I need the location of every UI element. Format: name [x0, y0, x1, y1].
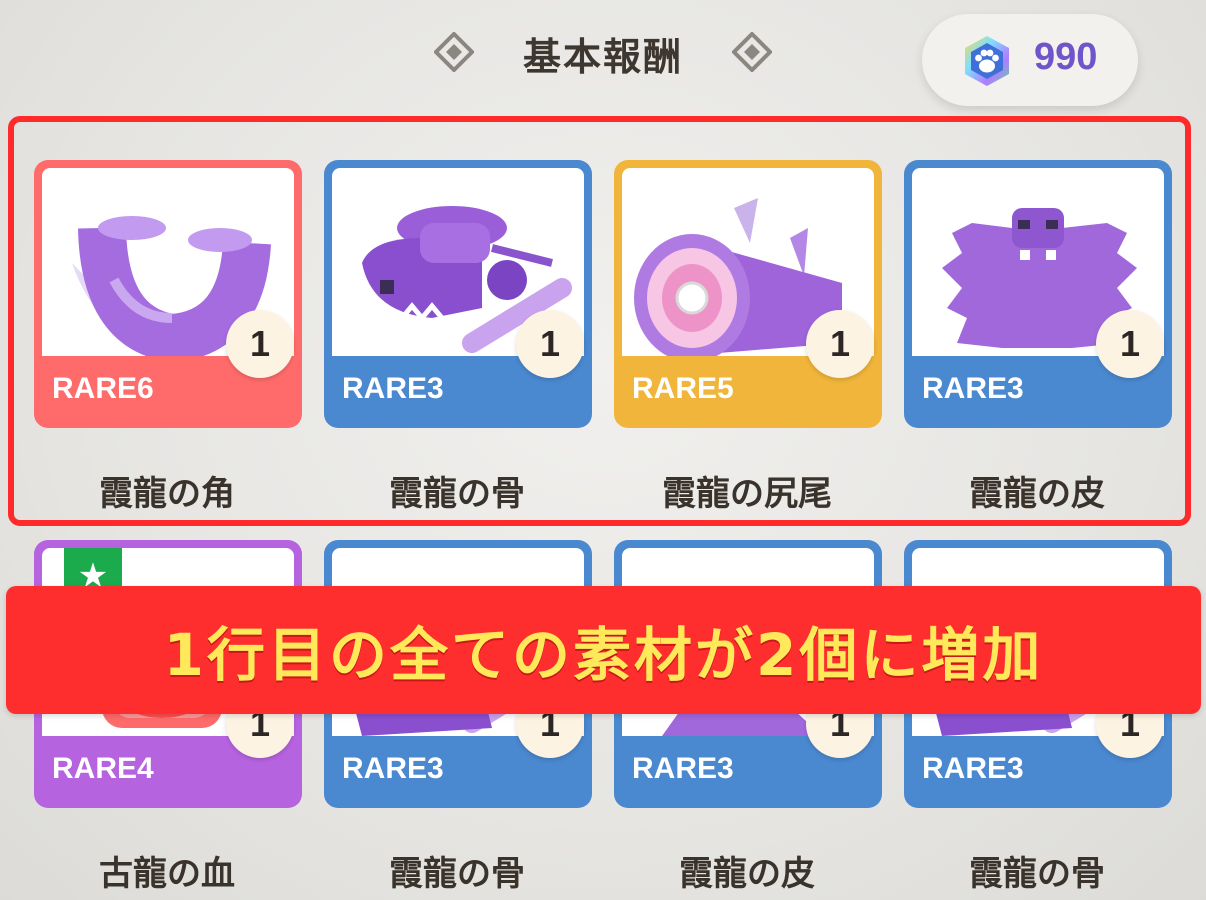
item-quantity: 1: [516, 310, 584, 378]
reward-card[interactable]: 1 RARE3: [324, 160, 592, 428]
item-name: 霞龍の尻尾: [662, 474, 832, 514]
item-quantity: 1: [806, 310, 874, 378]
rarity-label: RARE5: [632, 372, 734, 405]
item-quantity: 1: [226, 310, 294, 378]
paw-gem-icon: [965, 36, 1009, 86]
reward-card[interactable]: 1 RARE6: [34, 160, 302, 428]
item-name: 霞龍の皮: [679, 854, 815, 894]
currency-counter: 990: [922, 14, 1138, 106]
diamond-ornament-icon: [732, 32, 772, 72]
rarity-label: RARE4: [52, 752, 154, 785]
item-name: 霞龍の骨: [389, 474, 525, 514]
item-name: 霞龍の骨: [389, 854, 525, 894]
rarity-label: RARE3: [342, 752, 444, 785]
item-name: 霞龍の骨: [969, 854, 1105, 894]
rarity-label: RARE3: [922, 372, 1024, 405]
reward-card[interactable]: 1 RARE5: [614, 160, 882, 428]
rarity-label: RARE3: [922, 752, 1024, 785]
item-name: 古龍の血: [99, 854, 235, 894]
reward-card[interactable]: 1 RARE3: [904, 160, 1172, 428]
currency-value: 990: [1034, 36, 1098, 78]
rarity-label: RARE6: [52, 372, 154, 405]
item-name: 霞龍の皮: [969, 474, 1105, 514]
rarity-label: RARE3: [632, 752, 734, 785]
item-name: 霞龍の角: [99, 474, 235, 514]
rarity-label: RARE3: [342, 372, 444, 405]
item-quantity: 1: [1096, 310, 1164, 378]
annotation-banner: 1行目の全ての素材が2個に増加: [6, 586, 1201, 714]
annotation-text: 1行目の全ての素材が2個に増加: [163, 621, 1044, 689]
